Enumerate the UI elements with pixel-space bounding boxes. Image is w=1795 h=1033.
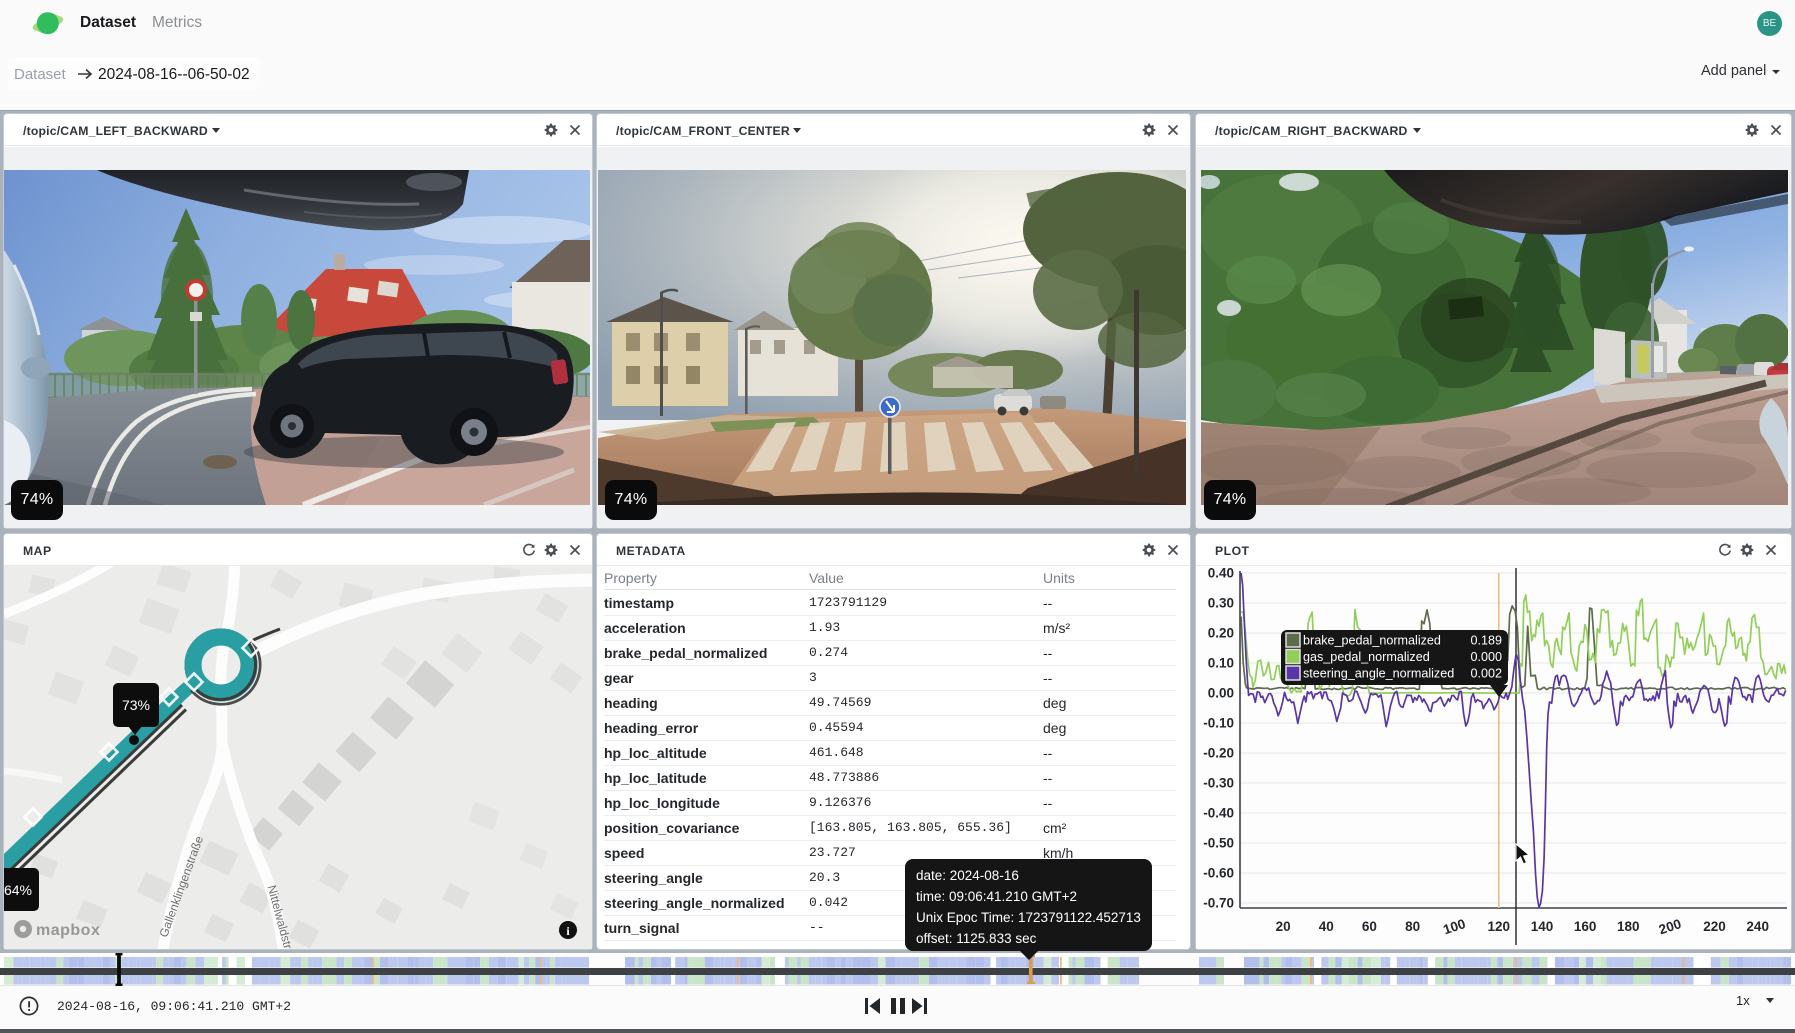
- svg-text:20: 20: [1276, 919, 1291, 934]
- svg-text:60: 60: [1362, 919, 1377, 934]
- svg-text:steering_angle_normalized: steering_angle_normalized: [1303, 667, 1454, 681]
- svg-text:-0.70: -0.70: [1203, 896, 1234, 911]
- svg-text:-0.60: -0.60: [1203, 866, 1234, 881]
- svg-text:80: 80: [1405, 919, 1420, 934]
- svg-text:0.189: 0.189: [1470, 634, 1502, 648]
- svg-text:-0.40: -0.40: [1203, 806, 1234, 821]
- svg-text:0.10: 0.10: [1208, 656, 1234, 671]
- svg-text:0.000: 0.000: [1470, 650, 1502, 664]
- svg-text:160: 160: [1574, 919, 1597, 934]
- svg-text:-0.20: -0.20: [1203, 746, 1234, 761]
- svg-text:gas_pedal_normalized: gas_pedal_normalized: [1303, 650, 1430, 664]
- svg-text:64%: 64%: [4, 882, 32, 898]
- svg-text:40: 40: [1319, 919, 1334, 934]
- svg-text:-0.30: -0.30: [1203, 776, 1234, 791]
- svg-text:140: 140: [1531, 919, 1554, 934]
- svg-text:brake_pedal_normalized: brake_pedal_normalized: [1303, 634, 1441, 648]
- svg-text:-0.10: -0.10: [1203, 716, 1234, 731]
- svg-text:120: 120: [1488, 919, 1511, 934]
- svg-text:0.00: 0.00: [1208, 686, 1234, 701]
- svg-text:220: 220: [1703, 919, 1726, 934]
- svg-text:180: 180: [1617, 919, 1640, 934]
- svg-text:0.40: 0.40: [1208, 566, 1234, 581]
- svg-text:240: 240: [1746, 919, 1769, 934]
- svg-text:-0.50: -0.50: [1203, 836, 1234, 851]
- svg-text:0.002: 0.002: [1470, 667, 1502, 681]
- svg-text:mapbox: mapbox: [36, 922, 100, 939]
- svg-text:73%: 73%: [122, 697, 150, 713]
- svg-text:0.20: 0.20: [1208, 626, 1234, 641]
- svg-text:0.30: 0.30: [1208, 596, 1234, 611]
